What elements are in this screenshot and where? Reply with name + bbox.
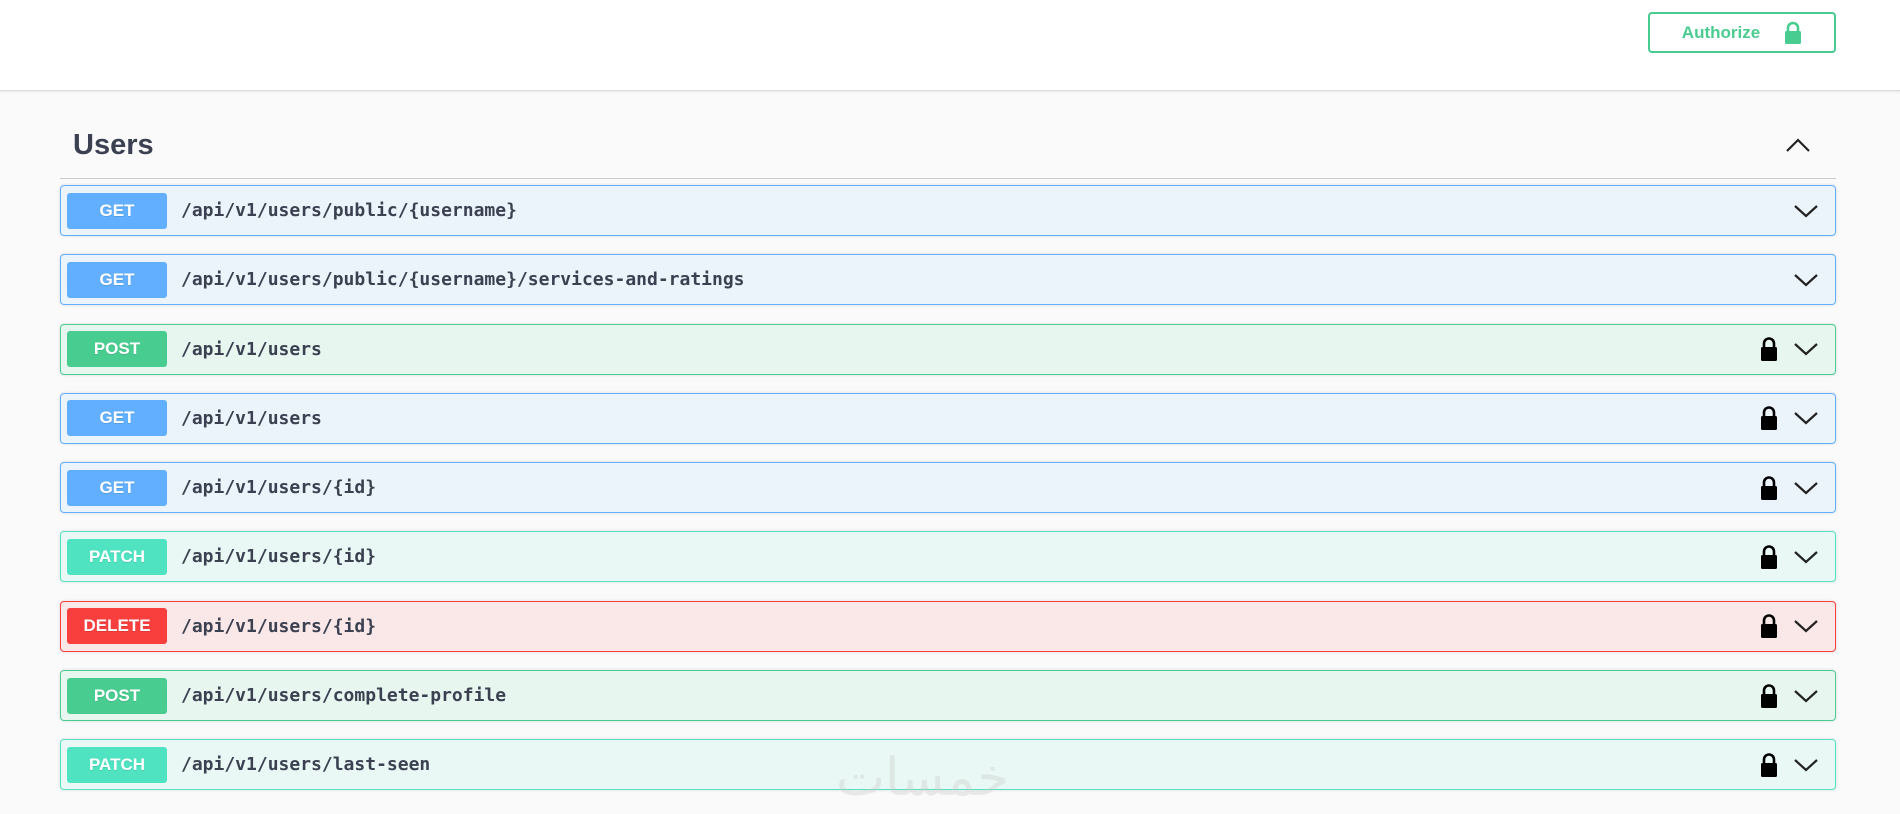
endpoint-path: /api/v1/users/last-seen xyxy=(181,754,431,776)
operation-icons xyxy=(1759,336,1819,362)
authorize-button[interactable]: Authorize xyxy=(1648,12,1836,53)
endpoint-path: /api/v1/users/{id} xyxy=(181,615,377,637)
operation-icons xyxy=(1759,752,1819,778)
chevron-down-icon[interactable] xyxy=(1793,548,1819,566)
operation-row-get[interactable]: GET/api/v1/users/public/{username}/servi… xyxy=(60,254,1836,306)
chevron-down-icon[interactable] xyxy=(1793,202,1819,220)
operation-row-get[interactable]: GET/api/v1/users/public/{username} xyxy=(60,185,1836,236)
endpoint-path: /api/v1/users xyxy=(181,407,322,429)
method-badge: POST xyxy=(67,331,167,368)
lock-icon[interactable] xyxy=(1759,475,1779,501)
method-badge: GET xyxy=(67,261,167,298)
endpoint-path: /api/v1/users/complete-profile xyxy=(181,685,507,707)
operation-row-post[interactable]: POST/api/v1/users xyxy=(60,323,1836,375)
chevron-down-icon[interactable] xyxy=(1793,271,1819,289)
chevron-up-icon[interactable] xyxy=(1784,135,1812,155)
operation-icons xyxy=(1793,202,1819,220)
lock-icon[interactable] xyxy=(1759,613,1779,639)
operation-row-post[interactable]: POST/api/v1/users/complete-profile xyxy=(60,670,1836,722)
lock-icon[interactable] xyxy=(1759,405,1779,431)
endpoint-path: /api/v1/users/public/{username} xyxy=(181,200,517,221)
chevron-down-icon[interactable] xyxy=(1793,617,1819,635)
method-badge: PATCH xyxy=(67,746,167,783)
operation-row-get[interactable]: GET/api/v1/users/{id} xyxy=(60,462,1836,514)
chevron-down-icon[interactable] xyxy=(1793,756,1819,774)
endpoint-path: /api/v1/users/{id} xyxy=(181,546,377,568)
top-bar: Authorize xyxy=(0,0,1900,91)
chevron-down-icon[interactable] xyxy=(1793,409,1819,427)
method-badge: DELETE xyxy=(67,608,167,645)
operation-row-patch[interactable]: PATCH/api/v1/users/{id} xyxy=(60,531,1836,583)
method-badge: PATCH xyxy=(67,538,167,575)
method-badge: GET xyxy=(67,400,167,437)
method-badge: POST xyxy=(67,677,167,714)
operation-row-delete[interactable]: DELETE/api/v1/users/{id} xyxy=(60,600,1836,652)
endpoint-path: /api/v1/users xyxy=(181,338,322,360)
authorize-label: Authorize xyxy=(1681,22,1761,42)
lock-icon[interactable] xyxy=(1759,336,1779,362)
operations-list: GET/api/v1/users/public/{username} GET/ap… xyxy=(60,185,1836,809)
operation-icons xyxy=(1759,613,1819,639)
method-badge: GET xyxy=(67,469,167,506)
chevron-down-icon[interactable] xyxy=(1793,479,1819,497)
operation-row-get[interactable]: GET/api/v1/users xyxy=(60,392,1836,444)
operation-icons xyxy=(1759,544,1819,570)
section-title: Users xyxy=(73,128,154,161)
operation-icons xyxy=(1759,405,1819,431)
users-section-header[interactable]: Users xyxy=(60,112,1836,179)
chevron-down-icon[interactable] xyxy=(1793,687,1819,705)
lock-icon xyxy=(1785,21,1802,44)
endpoint-path: /api/v1/users/public/{username}/services… xyxy=(181,269,745,291)
operation-row-patch[interactable]: PATCH/api/v1/users/last-seen xyxy=(60,739,1836,791)
method-badge: GET xyxy=(67,192,167,229)
chevron-down-icon[interactable] xyxy=(1793,340,1819,358)
lock-icon[interactable] xyxy=(1759,683,1779,709)
operation-icons xyxy=(1759,683,1819,709)
operation-icons xyxy=(1793,271,1819,289)
endpoint-path: /api/v1/users/{id} xyxy=(181,477,377,499)
lock-icon[interactable] xyxy=(1759,752,1779,778)
lock-icon[interactable] xyxy=(1759,544,1779,570)
operation-icons xyxy=(1759,475,1819,501)
